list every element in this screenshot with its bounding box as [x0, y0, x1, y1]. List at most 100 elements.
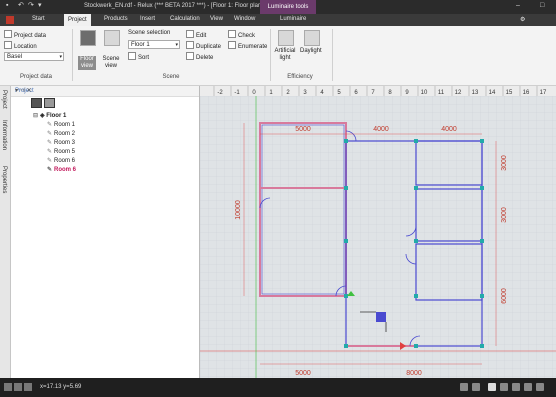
- floor-view-button[interactable]: Floor view: [78, 56, 96, 70]
- context-tab-luminaire-tools[interactable]: Luminaire tools: [260, 0, 316, 14]
- furniture-object[interactable]: [376, 312, 386, 322]
- minimize-icon[interactable]: –: [516, 2, 520, 9]
- location-button[interactable]: Location: [4, 41, 37, 50]
- artificial-light-icon[interactable]: [278, 30, 294, 46]
- customize-quick-access-icon[interactable]: ▾: [38, 2, 46, 10]
- sort-icon: [128, 52, 136, 60]
- location-select[interactable]: Basel ▾: [4, 52, 64, 61]
- side-tab-properties[interactable]: Properties: [1, 166, 7, 193]
- dimension-label: 5000: [295, 370, 311, 377]
- floor-plan-canvas[interactable]: 5000 4000 4000 5000 8000 10000 3000 3000…: [200, 96, 556, 378]
- group-label-scene: Scene: [162, 74, 180, 80]
- grid-icon[interactable]: [472, 383, 480, 391]
- room-icon: ✎: [47, 131, 53, 137]
- chevron-down-icon: ▾: [59, 54, 62, 60]
- daylight-button[interactable]: Daylight: [300, 48, 322, 54]
- side-tab-information[interactable]: Information: [1, 120, 7, 150]
- scene-view-icon[interactable]: [104, 30, 120, 46]
- tab-view[interactable]: View: [210, 16, 223, 22]
- duplicate-button[interactable]: Duplicate: [186, 41, 221, 50]
- tab-luminaire[interactable]: Luminaire: [280, 16, 306, 22]
- room-icon: ✎: [47, 149, 53, 155]
- dimension-label: 6000: [501, 288, 508, 304]
- group-label-project-data: Project data: [19, 74, 53, 80]
- windows-start-icon[interactable]: [4, 383, 12, 391]
- side-tab-rail: Project Information Properties: [0, 86, 11, 378]
- room-icon: ✎: [47, 158, 53, 164]
- floor-plan-drawing[interactable]: 5000 4000 4000 5000 8000 10000 3000 3000…: [200, 96, 556, 378]
- tree-view-icon[interactable]: [31, 98, 42, 108]
- tree-room[interactable]: ✎ Room 5: [47, 148, 75, 155]
- light-icon[interactable]: [524, 383, 532, 391]
- dimension-label: 3000: [501, 155, 508, 171]
- dimension-label: 3000: [501, 207, 508, 223]
- group-separator: [270, 29, 271, 81]
- group-separator: [332, 29, 333, 81]
- taskbar-app-icon[interactable]: [14, 383, 22, 391]
- cursor-coordinates: x=17.13 y=5.69: [40, 384, 82, 390]
- title-bar: ▪ ↶ ↷ ▾ Stockwerk_EN.rdf - Relux (*** BE…: [0, 0, 556, 14]
- tab-window[interactable]: Window: [234, 16, 255, 22]
- duplicate-icon: [186, 41, 194, 49]
- tree-room[interactable]: ✎ Room 6: [47, 157, 75, 164]
- project-data-icon: [4, 30, 12, 38]
- tab-project[interactable]: Project: [64, 14, 91, 26]
- scene-selection-label: Scene selection: [128, 30, 171, 36]
- daylight-icon[interactable]: [304, 30, 320, 46]
- project-panel: Project ▾ ⊣ ✕ ⊟ ◈ Floor 1 ✎ Room 1 ✎ Room 2…: [11, 86, 200, 378]
- artificial-light-button[interactable]: Artificial light: [272, 48, 298, 62]
- floor-view-icon[interactable]: [80, 30, 96, 46]
- undo-icon[interactable]: ↶: [18, 2, 26, 10]
- tree-room-selected[interactable]: ✎ Room 6: [47, 166, 76, 173]
- ribbon: Project data Location Basel ▾ Project dat…: [0, 26, 556, 86]
- side-tab-project[interactable]: Project: [1, 90, 7, 109]
- delete-button[interactable]: Delete: [186, 52, 213, 61]
- tree-options-icon[interactable]: [44, 98, 55, 108]
- tree-room[interactable]: ✎ Room 3: [47, 139, 75, 146]
- room-icon: ✎: [47, 140, 53, 146]
- dimension-label: 10000: [235, 200, 242, 220]
- tab-insert[interactable]: Insert: [140, 16, 155, 22]
- zoom-icon[interactable]: [536, 383, 544, 391]
- room-icon: ✎: [47, 122, 53, 128]
- redo-icon[interactable]: ↷: [28, 2, 36, 10]
- maximize-icon[interactable]: □: [540, 2, 544, 9]
- window-title: Stockwerk_EN.rdf - Relux (*** BETA 2017 …: [84, 3, 263, 9]
- room-icon: ✎: [47, 167, 53, 173]
- taskbar-app-icon[interactable]: [24, 383, 32, 391]
- scene-view-button[interactable]: Scene view: [100, 56, 122, 70]
- check-button[interactable]: Check: [228, 30, 255, 39]
- dimension-label: 4000: [441, 126, 457, 133]
- project-panel-toolbar: [31, 98, 59, 108]
- edit-button[interactable]: Edit: [186, 30, 206, 39]
- grid-background: [200, 96, 556, 378]
- ortho-icon[interactable]: [488, 383, 496, 391]
- tab-calculation[interactable]: Calculation: [170, 16, 200, 22]
- dimension-label: 8000: [406, 370, 422, 377]
- project-panel-header: Project ▾ ⊣ ✕: [11, 86, 199, 97]
- view-icon[interactable]: [500, 383, 508, 391]
- save-icon[interactable]: ▪: [6, 2, 14, 10]
- tree-floor[interactable]: ⊟ ◈ Floor 1: [33, 112, 66, 119]
- project-data-button[interactable]: Project data: [4, 30, 46, 39]
- tab-products[interactable]: Products: [104, 16, 128, 22]
- chevron-down-icon: ▾: [175, 42, 178, 48]
- enumerate-button[interactable]: Enumerate: [228, 41, 267, 50]
- location-pin-icon: [4, 41, 12, 49]
- tree-room[interactable]: ✎ Room 2: [47, 130, 75, 137]
- ribbon-tabs: Start Project Products Insert Calculatio…: [0, 14, 556, 26]
- sort-button[interactable]: Sort: [128, 52, 149, 61]
- group-separator: [72, 29, 73, 81]
- tree-room[interactable]: ✎ Room 1: [47, 121, 75, 128]
- collapse-icon[interactable]: ⊟: [33, 112, 40, 119]
- layer-icon[interactable]: [512, 383, 520, 391]
- dimension-label: 4000: [373, 126, 389, 133]
- settings-icon[interactable]: ⚙: [520, 16, 525, 23]
- tab-start[interactable]: Start: [32, 16, 45, 22]
- delete-icon: [186, 52, 194, 60]
- pin-close-icon[interactable]: ▾ ⊣ ✕: [15, 87, 195, 94]
- app-menu-icon[interactable]: [6, 16, 14, 24]
- enumerate-icon: [228, 41, 236, 49]
- scene-selection-select[interactable]: Floor 1 ▾: [128, 40, 180, 49]
- snap-icon[interactable]: [460, 383, 468, 391]
